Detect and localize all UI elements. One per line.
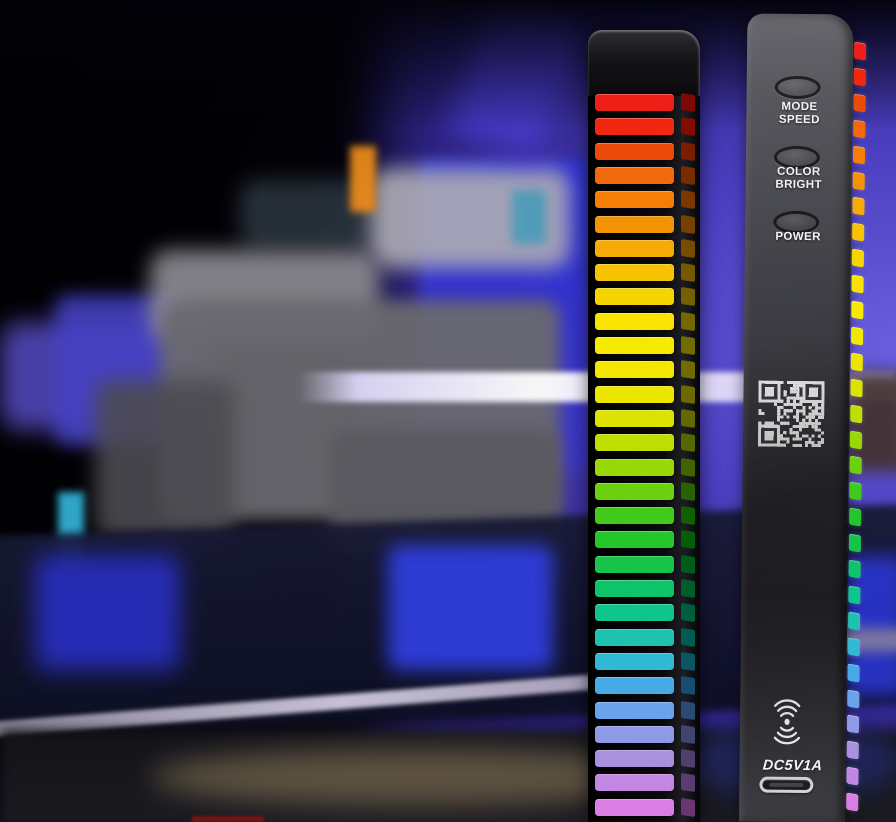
mode-speed-label: MODE SPEED (746, 100, 852, 127)
led-side-segment (850, 430, 862, 449)
led-side-segment (849, 560, 861, 579)
bg-blob (350, 146, 376, 212)
led-segment (588, 556, 700, 573)
led-segment (588, 653, 700, 670)
front-bar-top-cap (588, 30, 700, 96)
led-segment (588, 313, 700, 330)
led-segment (588, 629, 700, 646)
led-side-segment (852, 197, 864, 216)
bg-blob (388, 545, 553, 670)
led-side-segment (851, 326, 863, 345)
led-side-segment (846, 767, 858, 786)
led-segment (588, 507, 700, 524)
led-side-segment (847, 741, 859, 760)
banner-cutoff-text-mark (192, 816, 264, 822)
led-segment (588, 337, 700, 354)
led-side-segment (851, 352, 863, 371)
light-bar-front-view (588, 30, 700, 822)
led-side-segment (849, 482, 861, 501)
bg-blob (95, 380, 235, 540)
bg-blob (35, 555, 180, 670)
led-segment (588, 531, 700, 548)
led-segment (588, 94, 700, 111)
led-segment (588, 702, 700, 719)
product-photo-stage[interactable]: MODE SPEED COLOR BRIGHT POWER (0, 0, 896, 822)
led-side-segment (848, 637, 860, 656)
sound-sensor-icon (767, 698, 808, 746)
led-segment (588, 118, 700, 135)
light-bar-back-view: MODE SPEED COLOR BRIGHT POWER (739, 13, 868, 822)
led-segment (588, 604, 700, 621)
led-side-segment (853, 119, 865, 138)
led-side-segment (848, 585, 860, 604)
usb-c-port (759, 777, 813, 794)
led-side-segment (854, 42, 866, 61)
led-segment (588, 410, 700, 427)
usb-c-slot (769, 783, 803, 787)
led-side-segment (852, 275, 864, 294)
led-side-segment (850, 456, 862, 475)
bg-blob (512, 190, 546, 244)
led-segment (588, 483, 700, 500)
led-segment (588, 240, 700, 257)
led-segment (588, 264, 700, 281)
color-bright-label: COLOR BRIGHT (746, 165, 852, 192)
led-segment (588, 143, 700, 160)
led-segment (588, 459, 700, 476)
led-segment (588, 580, 700, 597)
led-side-segment (849, 534, 861, 553)
led-side-segment (854, 67, 866, 86)
power-port-label: DC5V1A (739, 757, 846, 774)
led-side-segment (847, 715, 859, 734)
led-segment (588, 361, 700, 378)
led-segment (588, 191, 700, 208)
led-side-segment (846, 793, 858, 812)
led-side-segment (853, 171, 865, 190)
led-side-segment (847, 663, 859, 682)
led-side-segment (852, 223, 864, 242)
led-side-segment (848, 611, 860, 630)
led-side-segment (847, 689, 859, 708)
led-segment (588, 774, 700, 791)
led-side-segment (853, 145, 865, 164)
led-side-segment (853, 93, 865, 112)
led-side-segment (850, 404, 862, 423)
led-side-segment (850, 378, 862, 397)
led-segment (588, 434, 700, 451)
qr-code-icon (758, 381, 825, 448)
led-side-segment (851, 301, 863, 320)
led-segment (588, 750, 700, 767)
led-segment (588, 677, 700, 694)
led-segment (588, 726, 700, 743)
power-label: POWER (745, 230, 851, 244)
led-segment (588, 386, 700, 403)
led-segment (588, 216, 700, 233)
led-segment (588, 167, 700, 184)
led-side-segment (849, 508, 861, 527)
led-segment (588, 288, 700, 305)
back-panel: MODE SPEED COLOR BRIGHT POWER (739, 13, 853, 822)
mode-speed-button (775, 76, 821, 99)
led-segment (588, 799, 700, 816)
led-side-segment (852, 249, 864, 268)
